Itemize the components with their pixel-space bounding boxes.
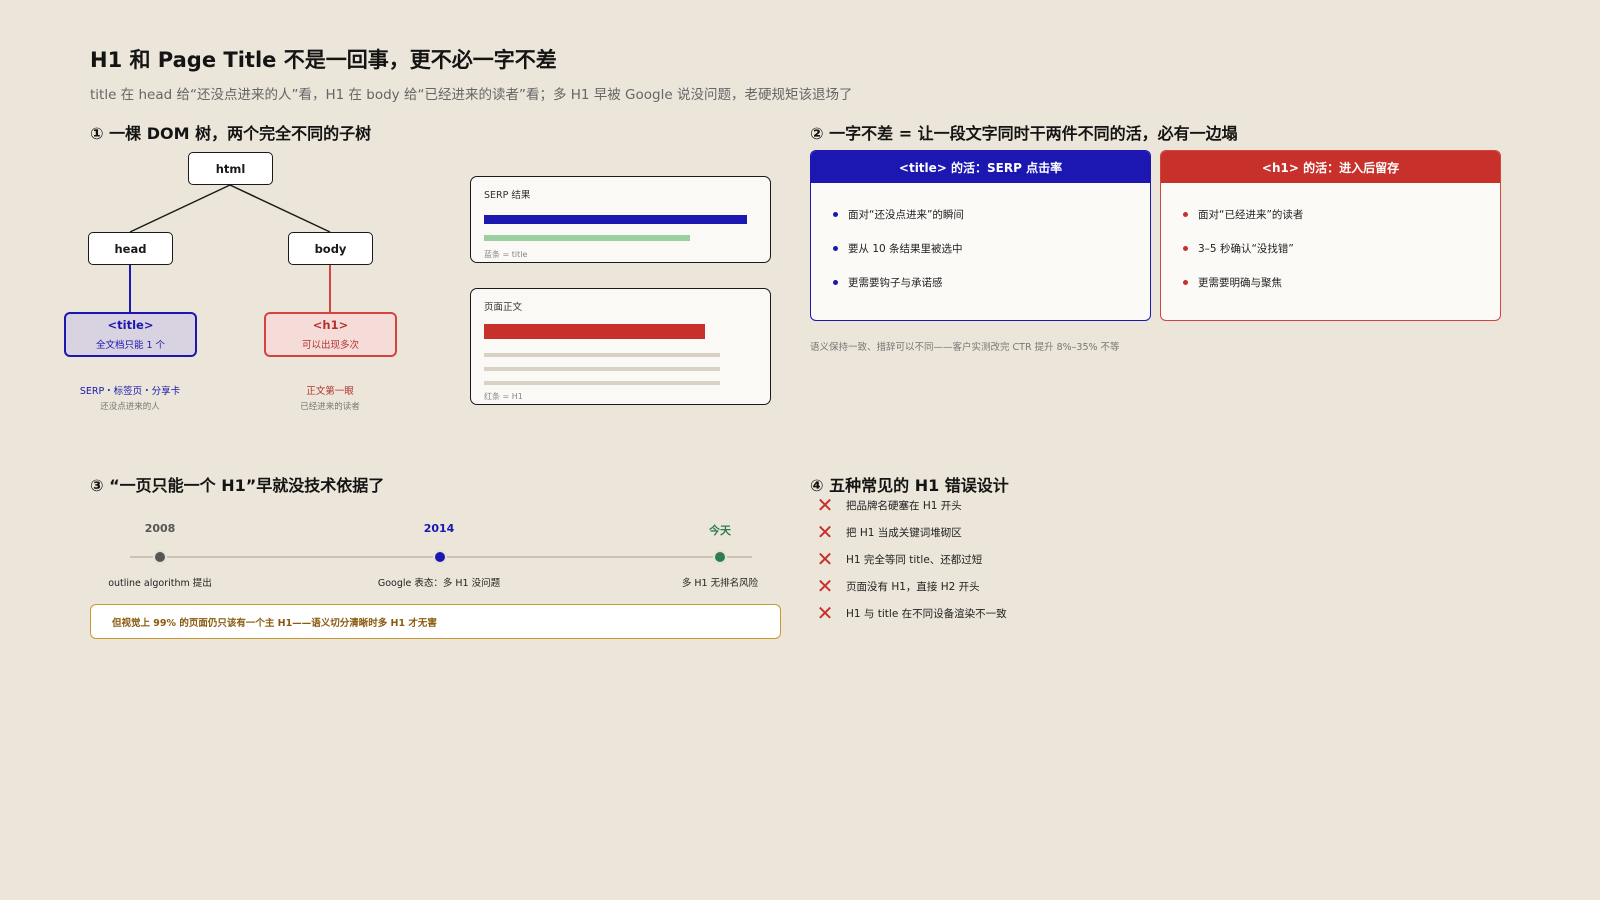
h1-job-header: <h1> 的活：进入后留存 [1161, 151, 1500, 183]
mistake-item: ✕ 把 H1 当成关键词堆砌区 [816, 520, 962, 544]
h1-job-card: <h1> 的活：进入后留存 面对“已经进来”的读者 3–5 秒确认“没找错” 更… [1160, 150, 1501, 321]
edge-html-head [129, 184, 231, 233]
timeline-desc: outline algorithm 提出 [108, 578, 212, 589]
bullet-icon [1183, 279, 1188, 285]
timeline-desc: Google 表态：多 H1 没问题 [377, 578, 501, 589]
page-body-mock: 页面正文 红条 = H1 [470, 288, 771, 405]
cross-icon: ✕ [816, 601, 834, 625]
title-caption: SERP・标签页・分享卡 [79, 386, 181, 397]
timeline-dot [433, 550, 447, 564]
section2-footnote: 语义保持一致、措辞可以不同——客户实测改完 CTR 提升 8%–35% 不等 [810, 342, 1120, 353]
tree-leaf-h1: <h1> 可以出现多次 [264, 312, 397, 357]
tree-node-head: head [88, 232, 173, 265]
edge-html-body [229, 184, 331, 233]
list-item: 面对“还没点进来”的瞬间 [833, 197, 1150, 231]
leaf-title-tag: <title> [107, 318, 154, 332]
timeline-dot [153, 550, 167, 564]
cross-icon: ✕ [816, 520, 834, 544]
list-item: 更需要明确与聚焦 [1183, 265, 1500, 299]
mistake-item: ✕ 页面没有 H1，直接 H2 开头 [816, 574, 980, 598]
timeline-year: 2014 [423, 522, 455, 535]
page-mock-label: 页面正文 [484, 302, 523, 313]
leaf-title-note: 全文档只能 1 个 [95, 340, 166, 351]
tree-leaf-title: <title> 全文档只能 1 个 [64, 312, 197, 357]
mistake-item: ✕ H1 完全等同 title、还都过短 [816, 547, 983, 571]
page-h1-bar [484, 324, 705, 339]
serp-mock-label: SERP 结果 [484, 190, 531, 201]
h1-audience: 已经进来的读者 [300, 402, 360, 412]
timeline-year: 今天 [709, 524, 731, 537]
serp-result-mock: SERP 结果 蓝条 = title [470, 176, 771, 263]
bullet-icon [833, 245, 838, 251]
serp-mock-note: 蓝条 = title [484, 250, 528, 259]
list-item: 更需要钩子与承诺感 [833, 265, 1150, 299]
cross-icon: ✕ [816, 493, 834, 517]
leaf-h1-note: 可以出现多次 [301, 340, 359, 351]
timeline-year: 2008 [144, 522, 176, 535]
list-item: 面对“已经进来”的读者 [1183, 197, 1500, 231]
page-text-line [484, 353, 720, 357]
bullet-icon [1183, 245, 1188, 251]
h1-caption: 正文第一眼 [306, 386, 354, 397]
serp-title-bar [484, 215, 747, 224]
timeline-callout: 但视觉上 99% 的页面仍只该有一个主 H1——语义切分清晰时多 H1 才无害 [90, 604, 781, 639]
timeline-desc: 多 H1 无排名风险 [681, 578, 759, 589]
mistake-item: ✕ 把品牌名硬塞在 H1 开头 [816, 493, 962, 517]
page-text-line [484, 367, 720, 371]
section3-title: ③ “一页只能一个 H1”早就没技术依据了 [90, 476, 385, 495]
bullet-icon [1183, 211, 1188, 217]
title-job-header: <title> 的活：SERP 点击率 [811, 151, 1150, 183]
page-text-line [484, 381, 720, 385]
bullet-icon [833, 279, 838, 285]
mistake-item: ✕ H1 与 title 在不同设备渲染不一致 [816, 601, 1007, 625]
title-job-card: <title> 的活：SERP 点击率 面对“还没点进来”的瞬间 要从 10 条… [810, 150, 1151, 321]
serp-url-bar [484, 235, 690, 241]
bullet-icon [833, 211, 838, 217]
cross-icon: ✕ [816, 574, 834, 598]
section2-title: ② 一字不差 = 让一段文字同时干两件不同的活，必有一边塌 [810, 124, 1238, 143]
list-item: 要从 10 条结果里被选中 [833, 231, 1150, 265]
section4-title: ④ 五种常见的 H1 错误设计 [810, 476, 1009, 495]
list-item: 3–5 秒确认“没找错” [1183, 231, 1500, 265]
cross-icon: ✕ [816, 547, 834, 571]
title-audience: 还没点进来的人 [100, 402, 160, 412]
timeline-dot [713, 550, 727, 564]
page-mock-note: 红条 = H1 [484, 392, 523, 401]
tree-node-body: body [288, 232, 373, 265]
tree-node-html: html [188, 152, 273, 185]
leaf-h1-tag: <h1> [312, 318, 349, 332]
